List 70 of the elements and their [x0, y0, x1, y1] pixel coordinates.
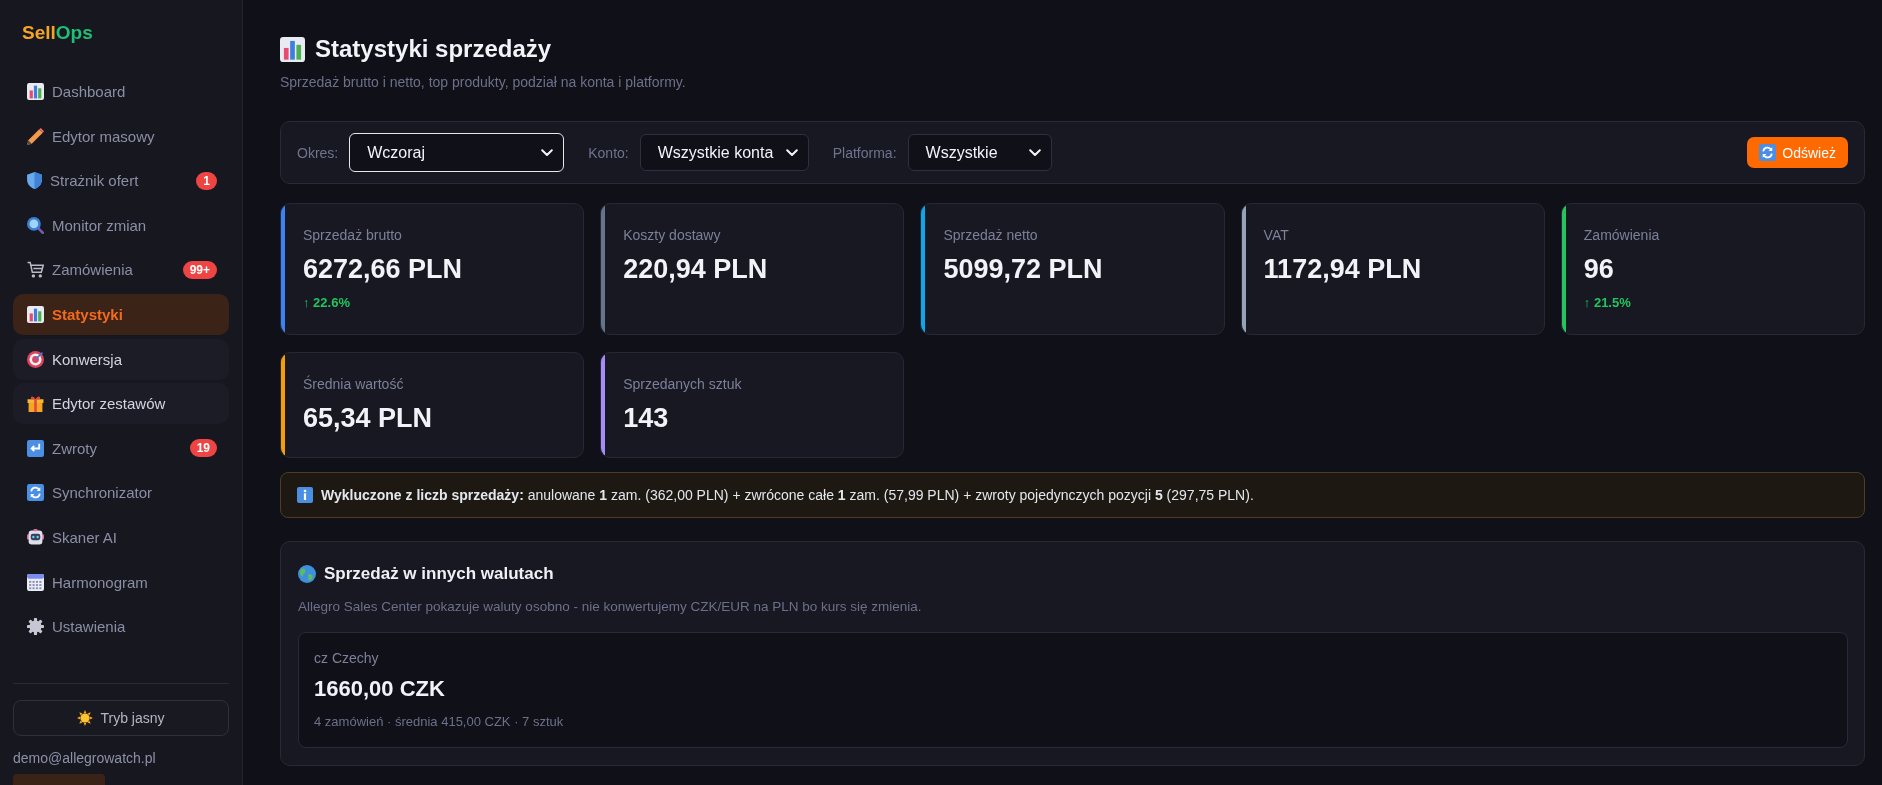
stat-label: Sprzedanych sztuk	[623, 375, 742, 393]
bar-chart-icon	[280, 36, 305, 62]
chevron-down-icon	[785, 148, 798, 157]
nav-item[interactable]: Edytor masowy	[13, 115, 229, 157]
app-logo: SellOps	[22, 22, 93, 44]
filter-label: Okres:	[297, 144, 339, 161]
nav-item[interactable]: Statystyki	[13, 293, 229, 335]
stat-value: 220,94 PLN	[623, 253, 768, 286]
nav-item[interactable]: Zamówienia 99+	[13, 249, 229, 291]
shield-icon	[27, 172, 42, 190]
nav-item[interactable]: Ustawienia	[13, 606, 229, 648]
currency-amount: 1660,00 CZK	[314, 676, 445, 702]
chevron-down-icon	[1028, 148, 1041, 157]
stat-value: 5099,72 PLN	[943, 253, 1103, 286]
currency-details: 4 zamówień · średnia 415,00 CZK · 7 sztuk	[314, 713, 564, 731]
period-select[interactable]: Wczoraj	[349, 133, 565, 172]
refresh-icon	[1759, 144, 1777, 161]
count-badge: 19	[189, 439, 217, 458]
nav-item[interactable]: Synchronizator	[13, 472, 229, 514]
cart-icon	[27, 261, 44, 279]
sun-icon	[77, 710, 94, 727]
stat-value: 6272,66 PLN	[303, 253, 463, 286]
count-badge: 1	[196, 171, 217, 190]
exclusion-text: Wykluczone z liczb sprzedaży: anulowane 1 zam. (362,00 PLN) + zwrócone całe 1 zam. (57,99 PLN) + zwroty pojedynczych pozycji 5 (297,75 PLN).	[321, 486, 1254, 504]
stat-label: Zamówienia	[1583, 226, 1660, 244]
stat-label: Średnia wartość	[303, 375, 404, 393]
user-email: demo@allegrowatch.pl	[13, 749, 156, 768]
theme-toggle-button[interactable]: Tryb jasny	[13, 700, 229, 737]
stat-value: 96	[1583, 253, 1614, 286]
filter-label: Konto:	[588, 144, 629, 161]
stat-label: Sprzedaż brutto	[303, 226, 402, 244]
sync-icon	[27, 484, 44, 502]
bar-chart-icon	[27, 83, 44, 100]
chevron-down-icon	[541, 148, 554, 157]
page-title: Statystyki sprzedaży	[315, 34, 552, 64]
nav-item[interactable]: Konwersja	[13, 338, 229, 380]
gift-icon	[27, 395, 44, 413]
robot-icon	[27, 528, 44, 546]
pencil-icon	[27, 127, 44, 145]
bar-chart-icon	[27, 305, 44, 323]
count-badge: 99+	[182, 260, 217, 279]
stat-change: ↑ 22.6%	[303, 294, 350, 312]
nav-item[interactable]: Monitor zmian	[13, 204, 229, 246]
calendar-icon	[27, 573, 44, 591]
refresh-button[interactable]: Odśwież	[1747, 137, 1848, 168]
stat-value: 143	[623, 402, 669, 435]
nav-item[interactable]: Dashboard	[13, 71, 229, 112]
nav-item[interactable]: Strażnik ofert 1	[13, 160, 229, 202]
section-title: Sprzedaż w innych walutach	[324, 563, 554, 585]
stat-change: ↑ 21.5%	[1583, 294, 1631, 312]
section-description: Allegro Sales Center pokazuje waluty osobno - nie konwertujemy CZK/EUR na PLN bo kurs się zmienia.	[298, 598, 922, 616]
platform-select[interactable]: Wszystkie	[907, 134, 1052, 171]
nav-item[interactable]: Edytor zestawów	[13, 383, 229, 425]
stat-value: 65,34 PLN	[303, 402, 433, 435]
page-subtitle: Sprzedaż brutto i netto, top produkty, podział na konta i platformy.	[280, 73, 686, 91]
filter-label: Platforma:	[832, 144, 897, 161]
stat-value: 1172,94 PLN	[1263, 253, 1422, 286]
nav-item[interactable]: Zwroty 19	[13, 427, 229, 469]
country-label: cz Czechy	[314, 649, 379, 667]
stat-label: Koszty dostawy	[623, 226, 721, 244]
stat-label: Sprzedaż netto	[943, 226, 1038, 244]
search-icon	[27, 216, 44, 234]
stat-label: VAT	[1263, 226, 1289, 244]
target-icon	[27, 350, 44, 368]
info-icon	[297, 487, 313, 503]
nav-item[interactable]: Harmonogram	[13, 561, 229, 603]
globe-icon	[298, 565, 316, 583]
settings-icon	[27, 618, 44, 636]
account-select[interactable]: Wszystkie konta	[639, 134, 809, 171]
nav-item[interactable]: Skaner AI	[13, 516, 229, 558]
